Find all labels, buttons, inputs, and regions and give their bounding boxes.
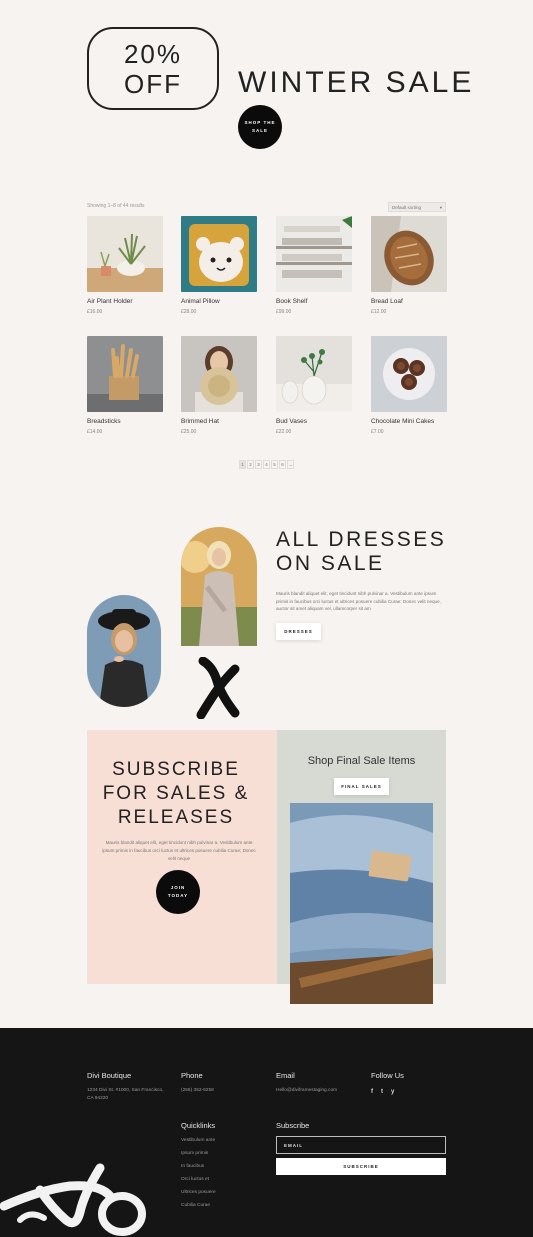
product-name[interactable]: Brimmed Hat <box>181 418 257 425</box>
join-btn-line-2: TODAY <box>167 893 189 898</box>
badge-line-2: OFF <box>123 68 182 99</box>
discount-badge: 20% OFF <box>87 27 219 110</box>
subscribe-description: Mauris blandit aliquet elit, eget tincid… <box>102 840 256 861</box>
product-name[interactable]: Book Shelf <box>276 298 352 305</box>
dresses-title: ALL DRESSES ON SALE <box>276 528 446 576</box>
youtube-icon[interactable]: y <box>391 1089 394 1095</box>
dresses-button[interactable]: DRESSES <box>276 623 321 640</box>
product-card[interactable]: Breadsticks £14.00 <box>87 336 163 435</box>
product-price: £7.00 <box>371 429 384 435</box>
dresses-title-line-1: ALL DRESSES <box>276 528 447 551</box>
footer-email-heading: Email <box>276 1071 295 1080</box>
product-image-air-plant[interactable] <box>87 216 163 292</box>
product-image-brimmed-hat[interactable] <box>181 336 257 412</box>
quicklink[interactable]: Orci luctus et <box>181 1177 209 1182</box>
email-field[interactable] <box>276 1136 446 1154</box>
subscribe-title-line-1: SUBSCRIBE <box>112 759 240 780</box>
product-price: £28.00 <box>181 309 197 315</box>
shop-btn-line-1: SHOP THE <box>244 120 276 125</box>
chevron-down-icon: ▾ <box>439 205 442 210</box>
quicklink[interactable]: In faucibus <box>181 1164 204 1169</box>
dress-photo-arch <box>181 527 257 646</box>
social-links: f t y <box>371 1089 394 1095</box>
brush-x-decoration <box>196 657 240 719</box>
final-sale-title: Shop Final Sale Items <box>307 755 416 767</box>
dresses-description: Mauris blandit aliquet elit, eget tincid… <box>276 591 441 611</box>
pagination: 1 2 3 4 5 6 → <box>239 460 294 469</box>
product-card[interactable]: Book Shelf £99.00 <box>276 216 352 315</box>
product-price: £12.00 <box>371 309 387 315</box>
badge-line-1: 20% <box>123 38 183 69</box>
product-name[interactable]: Breadsticks <box>87 418 163 425</box>
footer-address: 1234 Divi St. #1000, San Francisco, CA 9… <box>87 1087 164 1103</box>
sort-label: Default sorting <box>392 205 422 210</box>
subscribe-button[interactable]: SUBSCRIBE <box>276 1158 446 1175</box>
product-card[interactable]: Bud Vases £22.00 <box>276 336 352 435</box>
product-card[interactable]: Brimmed Hat £25.00 <box>181 336 257 435</box>
footer-follow-heading: Follow Us <box>371 1071 404 1080</box>
twitter-icon[interactable]: t <box>381 1089 383 1095</box>
product-card[interactable]: Bread Loaf £12.00 <box>371 216 447 315</box>
footer-email[interactable]: Hello@diviframestaging.com <box>276 1087 337 1095</box>
quicklink[interactable]: Ultrices posuere <box>181 1190 216 1195</box>
product-image-bud-vases[interactable] <box>276 336 352 412</box>
sort-select[interactable]: Default sorting ▾ <box>388 202 446 212</box>
subscribe-heading: Subscribe <box>276 1121 310 1130</box>
footer-brand: Divi Boutique <box>87 1071 132 1080</box>
product-price: £22.00 <box>276 429 292 435</box>
product-name[interactable]: Bread Loaf <box>371 298 447 305</box>
hat-model-photo <box>87 595 161 707</box>
footer-phone-heading: Phone <box>181 1071 203 1080</box>
product-card[interactable]: Animal Pillow £28.00 <box>181 216 257 315</box>
shop-the-sale-button[interactable]: SHOP THE SALE <box>238 105 282 149</box>
page-4[interactable]: 4 <box>263 460 270 469</box>
page-6[interactable]: 6 <box>279 460 286 469</box>
product-price: £25.00 <box>181 429 197 435</box>
product-price: £14.00 <box>87 429 103 435</box>
dresses-title-line-2: ON SALE <box>276 552 385 575</box>
quicklinks-heading: Quicklinks <box>181 1121 216 1130</box>
footer-phone[interactable]: (255) 352-6258 <box>181 1087 214 1095</box>
product-name[interactable]: Air Plant Holder <box>87 298 163 305</box>
product-name[interactable]: Animal Pillow <box>181 298 257 305</box>
page-2[interactable]: 2 <box>247 460 254 469</box>
product-image-chocolate-mini-cakes[interactable] <box>371 336 447 412</box>
address-line-1: 1234 Divi St. #1000, San Francisco, <box>87 1088 164 1093</box>
quicklink[interactable]: Cubilia Curae <box>181 1203 210 1208</box>
product-name[interactable]: Bud Vases <box>276 418 352 425</box>
product-price: £16.00 <box>87 309 103 315</box>
address-line-2: CA 94220 <box>87 1096 109 1101</box>
quicklink[interactable]: Ipsum primis <box>181 1151 208 1156</box>
hero-title: WINTER SALE <box>238 66 475 99</box>
page-1[interactable]: 1 <box>239 460 246 469</box>
next-page-arrow[interactable]: → <box>287 460 294 469</box>
quicklink[interactable]: Vestibulum ante <box>181 1138 215 1143</box>
product-image-bread-loaf[interactable] <box>371 216 447 292</box>
results-count: Showing 1–8 of 44 results <box>87 203 145 209</box>
page-3[interactable]: 3 <box>255 460 262 469</box>
product-image-book-shelf[interactable] <box>276 216 352 292</box>
product-image-breadsticks[interactable] <box>87 336 163 412</box>
subscribe-title-line-3: RELEASES <box>117 807 235 828</box>
join-btn-line-1: JOIN <box>170 885 186 890</box>
final-sales-button[interactable]: FINAL SALES <box>334 778 389 795</box>
product-price: £99.00 <box>276 309 292 315</box>
product-card[interactable]: Chocolate Mini Cakes £7.00 <box>371 336 447 435</box>
page-5[interactable]: 5 <box>271 460 278 469</box>
facebook-icon[interactable]: f <box>371 1089 373 1095</box>
brush-scribble-decoration <box>0 1163 146 1236</box>
product-card[interactable]: Air Plant Holder £16.00 <box>87 216 163 315</box>
jeans-photo <box>290 803 433 1004</box>
product-image-animal-pillow[interactable] <box>181 216 257 292</box>
subscribe-title: SUBSCRIBE FOR SALES & RELEASES <box>87 758 265 830</box>
join-today-button[interactable]: JOIN TODAY <box>156 870 200 914</box>
product-name[interactable]: Chocolate Mini Cakes <box>371 418 447 425</box>
subscribe-title-line-2: FOR SALES & <box>102 783 250 804</box>
shop-btn-line-2: SALE <box>251 128 268 133</box>
